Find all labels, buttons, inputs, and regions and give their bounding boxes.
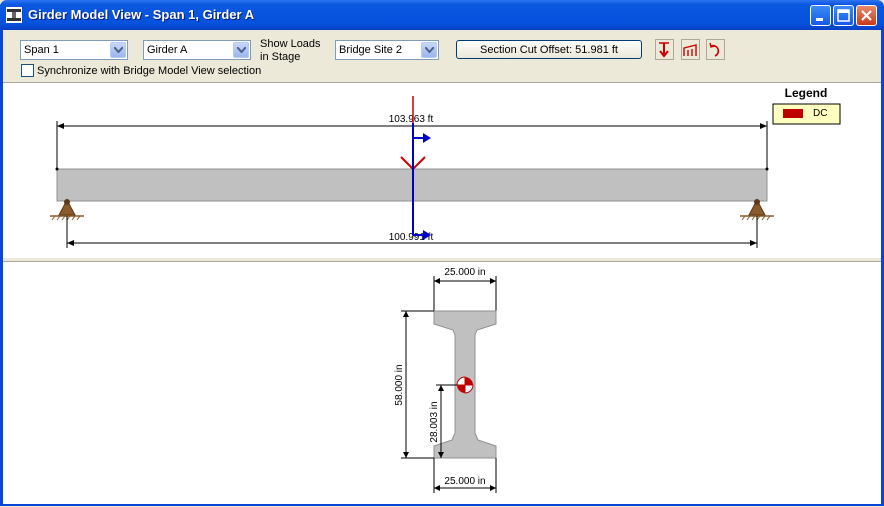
- girder-dropdown-arrow[interactable]: [233, 42, 249, 58]
- dim-arrow-left: [434, 485, 440, 491]
- section-canvas: 25.000 in 58.000 in 28.003 in 25.000 in: [394, 267, 497, 493]
- chevron-down-icon: [237, 47, 246, 53]
- maximize-button[interactable]: [833, 5, 854, 26]
- top-dimension-label: 103.963 ft: [389, 114, 434, 125]
- dim-arrow-right: [760, 123, 767, 129]
- support-icon: [683, 44, 697, 56]
- stage-dropdown-arrow[interactable]: [421, 42, 437, 58]
- elevation-view[interactable]: 103.963 ft 100.991 ft Legend DC: [3, 82, 881, 259]
- show-loads-label-line2: in Stage: [260, 51, 301, 63]
- sync-checkbox[interactable]: [21, 64, 34, 77]
- chevron-down-icon: [114, 47, 123, 53]
- centroid-icon: [456, 376, 474, 394]
- title-bar[interactable]: Girder Model View - Span 1, Girder A: [0, 0, 884, 30]
- dim-arrow-left: [57, 123, 64, 129]
- dim-arrow-up: [403, 311, 409, 317]
- maximize-icon: [837, 9, 850, 22]
- moment-icon: [709, 42, 720, 57]
- window-title: Girder Model View - Span 1, Girder A: [28, 7, 255, 22]
- show-moments-button[interactable]: [706, 39, 725, 60]
- section-cut-offset-button[interactable]: Section Cut Offset: 51.981 ft: [456, 40, 642, 59]
- minimize-button[interactable]: [810, 5, 831, 26]
- legend-label-dc: DC: [813, 108, 827, 119]
- span-select-value: Span 1: [24, 44, 59, 56]
- girder-select-value: Girder A: [147, 44, 188, 56]
- dim-arrow-right: [750, 240, 757, 246]
- girder-select[interactable]: Girder A: [143, 40, 251, 60]
- close-button[interactable]: [856, 5, 877, 26]
- elevation-canvas: 103.963 ft 100.991 ft Legend DC: [50, 86, 841, 248]
- stage-select[interactable]: Bridge Site 2: [335, 40, 439, 60]
- span-dropdown-arrow[interactable]: [110, 42, 126, 58]
- minimize-icon: [816, 18, 823, 21]
- dim-arrow-up: [438, 385, 444, 391]
- cg-height-label: 28.003 in: [429, 401, 440, 442]
- height-label: 58.000 in: [394, 364, 405, 405]
- section-cut-offset-label: Section Cut Offset: 51.981 ft: [480, 44, 618, 56]
- show-loads-label-line1: Show Loads: [260, 38, 321, 50]
- dim-arrow-right: [490, 485, 496, 491]
- show-loads-button[interactable]: [655, 39, 674, 60]
- show-loads-label: Show Loads in Stage: [260, 38, 321, 64]
- legend-swatch-dc: [783, 109, 803, 118]
- toolbar: Span 1 Girder A Show Loads in Stage Brid…: [3, 30, 881, 82]
- app-icon: [6, 7, 22, 23]
- girder-end-node: [55, 167, 59, 171]
- dim-arrow-left: [67, 240, 74, 246]
- legend-title: Legend: [785, 86, 828, 100]
- chevron-down-icon: [425, 47, 434, 53]
- dim-arrow-right: [490, 278, 496, 284]
- sync-label: Synchronize with Bridge Model View selec…: [37, 65, 262, 77]
- section-view[interactable]: 25.000 in 58.000 in 28.003 in 25.000 in: [3, 261, 881, 504]
- bottom-width-label: 25.000 in: [444, 476, 485, 487]
- section-cut-arrow-icon: [423, 133, 431, 143]
- dim-arrow-down: [403, 452, 409, 458]
- close-icon: [861, 10, 872, 21]
- span-select[interactable]: Span 1: [20, 40, 128, 60]
- dim-arrow-left: [434, 278, 440, 284]
- girder-end-node: [765, 167, 769, 171]
- top-width-label: 25.000 in: [444, 267, 485, 278]
- show-supports-button[interactable]: [681, 39, 700, 60]
- load-arrow-icon: [659, 42, 669, 58]
- stage-select-value: Bridge Site 2: [339, 44, 402, 56]
- girder-model-window: Girder Model View - Span 1, Girder A Spa…: [0, 0, 884, 506]
